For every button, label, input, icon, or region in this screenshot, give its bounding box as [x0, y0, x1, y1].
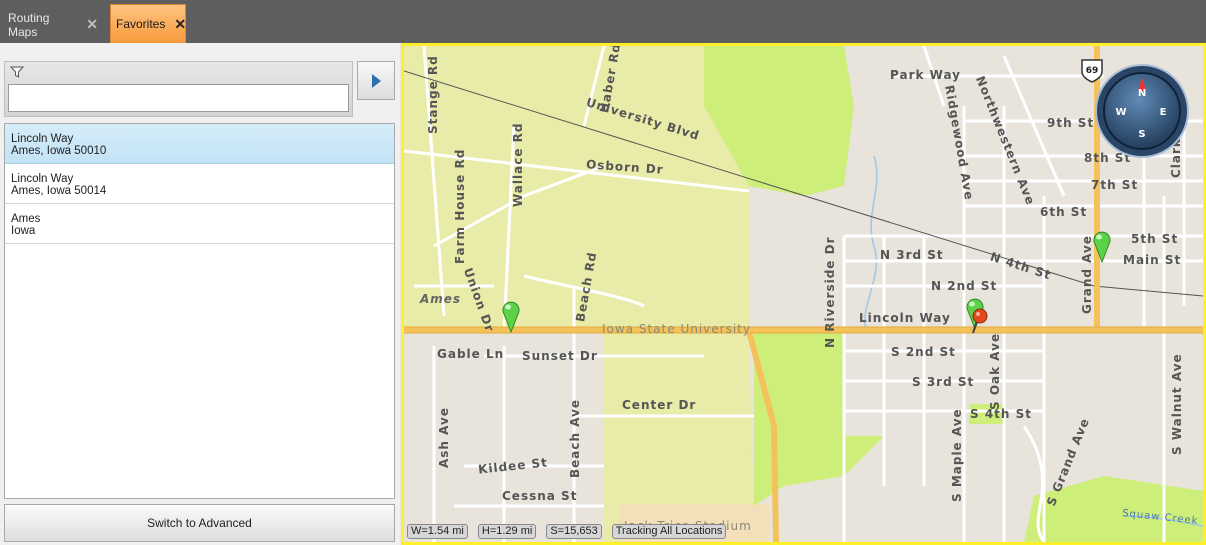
tab-bar: Routing Maps ✕ Favorites ✕: [0, 0, 1206, 43]
list-item[interactable]: Ames Iowa: [5, 204, 394, 244]
location-pin-icon[interactable]: [1091, 229, 1113, 263]
tab-label: Favorites: [116, 17, 166, 31]
item-city: Ames, Iowa 50010: [11, 145, 107, 157]
street-label: Wallace Rd: [511, 122, 525, 208]
map-view[interactable]: Park Way 9th St 8th St 7th St 6th St 5th…: [401, 43, 1206, 545]
tab-label: Routing Maps: [8, 10, 50, 39]
compass-s: S: [1138, 129, 1145, 140]
street-label: S Walnut Ave: [1170, 353, 1184, 455]
tab-favorites[interactable]: Favorites ✕: [110, 4, 186, 43]
street-label: Gable Ln: [437, 347, 505, 361]
street-label: S Oak Ave: [988, 332, 1002, 410]
map-status-bar: W=1.54 mi H=1.29 mi S=15,653 Tracking Al…: [407, 524, 727, 539]
item-street: Ames: [11, 213, 41, 225]
compass-e: E: [1160, 107, 1167, 118]
filter-icon[interactable]: [10, 65, 24, 79]
compass-control[interactable]: N E S W: [1094, 63, 1190, 159]
play-arrow-icon: [372, 73, 381, 88]
street-label: S 3rd St: [912, 375, 975, 389]
street-label: 6th St: [1040, 205, 1088, 219]
compass-n: N: [1138, 88, 1146, 99]
item-street: Lincoln Way: [11, 173, 74, 185]
street-label: 9th St: [1047, 116, 1095, 130]
street-label: Cessna St: [502, 489, 578, 503]
favorites-panel: Lincoln Way Ames, Iowa 50010 Lincoln Way…: [0, 43, 400, 545]
street-label: Sunset Dr: [522, 349, 598, 363]
compass-w: W: [1115, 107, 1126, 118]
location-pin-icon[interactable]: [500, 299, 522, 333]
street-label: Ash Ave: [437, 407, 451, 468]
current-location-pin-icon[interactable]: [970, 308, 988, 334]
street-label: Beach Ave: [568, 398, 582, 478]
switch-to-advanced-button[interactable]: Switch to Advanced: [4, 504, 395, 542]
city-label: Ames: [420, 292, 462, 306]
search-input[interactable]: [8, 84, 349, 112]
street-label: N 3rd St: [880, 248, 944, 262]
favorites-list: Lincoln Way Ames, Iowa 50010 Lincoln Way…: [4, 123, 395, 499]
street-label: Main St: [1123, 253, 1182, 267]
item-city: Iowa: [11, 225, 36, 237]
street-label: 5th St: [1131, 232, 1179, 246]
street-label: Stange Rd: [426, 55, 440, 134]
tracking-status[interactable]: Tracking All Locations: [611, 524, 727, 539]
item-street: Lincoln Way: [11, 133, 74, 145]
street-label: Lincoln Way: [859, 311, 951, 325]
filter-box: [4, 61, 353, 117]
close-icon[interactable]: ✕: [86, 16, 98, 33]
street-label: Center Dr: [622, 398, 697, 412]
map-width-readout: W=1.54 mi: [407, 524, 468, 539]
list-item[interactable]: Lincoln Way Ames, Iowa 50014: [5, 164, 394, 204]
map-scale-readout: S=15,653: [546, 524, 602, 539]
street-label: N 2nd St: [931, 279, 998, 293]
map-height-readout: H=1.29 mi: [477, 524, 537, 539]
street-label: N Riverside Dr: [823, 236, 837, 349]
street-label: 7th St: [1091, 178, 1139, 192]
list-item[interactable]: Lincoln Way Ames, Iowa 50010: [5, 124, 394, 164]
street-label: S 2nd St: [891, 345, 956, 359]
close-icon[interactable]: ✕: [174, 16, 186, 33]
go-button[interactable]: [357, 61, 395, 100]
tab-routing-maps[interactable]: Routing Maps ✕: [0, 6, 106, 43]
street-label: Park Way: [890, 68, 962, 82]
street-label: S Maple Ave: [950, 408, 964, 502]
street-label: Farm House Rd: [453, 148, 467, 264]
campus-label: Iowa State University: [602, 322, 751, 336]
compass-icon: N E S W: [1095, 64, 1189, 158]
item-city: Ames, Iowa 50014: [11, 185, 107, 197]
